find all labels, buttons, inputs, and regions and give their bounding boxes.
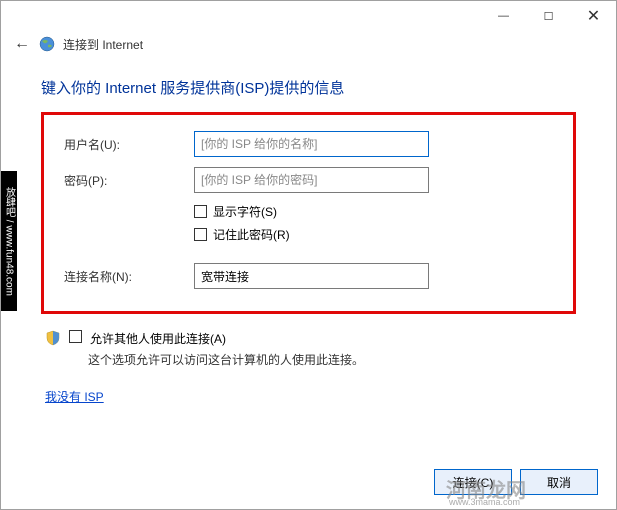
back-arrow-icon[interactable]: ←: [13, 35, 31, 53]
remember-password-checkbox[interactable]: [194, 228, 207, 241]
shield-icon: [45, 330, 61, 346]
password-label: 密码(P):: [64, 172, 194, 189]
show-chars-label: 显示字符(S): [213, 203, 277, 220]
allow-others-checkbox[interactable]: [69, 330, 82, 343]
connection-name-input[interactable]: [194, 263, 429, 289]
close-button[interactable]: ✕: [571, 1, 616, 31]
sidebar-watermark: 放肆吧 / www.fun48.com: [1, 171, 17, 311]
allow-others-label: 允许其他人使用此连接(A): [90, 330, 226, 347]
username-label: 用户名(U):: [64, 136, 194, 153]
allow-others-subtext: 这个选项允许可以访问这台计算机的人使用此连接。: [88, 351, 576, 368]
form-highlight-box: 用户名(U): 密码(P): 显示字符(S) 记住此密码(R) 连接名称(N):: [41, 112, 576, 314]
show-chars-checkbox[interactable]: [194, 205, 207, 218]
maximize-button[interactable]: ☐: [526, 1, 571, 31]
no-isp-link[interactable]: 我没有 ISP: [45, 388, 104, 405]
page-heading: 键入你的 Internet 服务提供商(ISP)提供的信息: [41, 77, 576, 98]
header: ← 连接到 Internet: [1, 31, 616, 57]
connection-name-label: 连接名称(N):: [64, 268, 194, 285]
cancel-button[interactable]: 取消: [520, 469, 598, 495]
corner-watermark-sub: www.3mama.com: [449, 497, 520, 507]
remember-password-label: 记住此密码(R): [213, 226, 290, 243]
globe-icon: [39, 36, 55, 52]
header-title: 连接到 Internet: [63, 36, 143, 53]
password-input[interactable]: [194, 167, 429, 193]
titlebar: — ☐ ✕: [1, 1, 616, 31]
minimize-button[interactable]: —: [481, 1, 526, 31]
username-input[interactable]: [194, 131, 429, 157]
